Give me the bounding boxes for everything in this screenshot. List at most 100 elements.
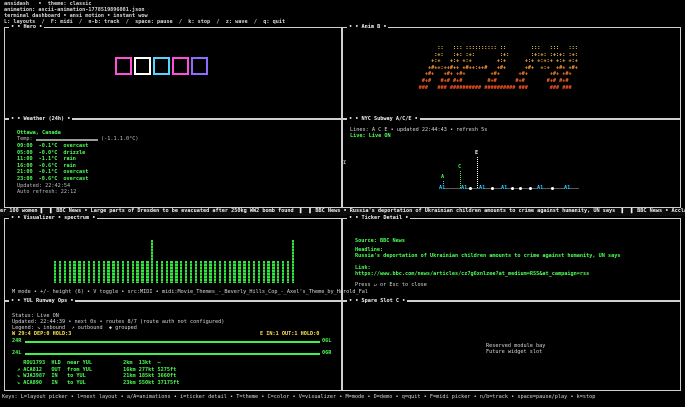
subway-station: A1 <box>501 185 508 192</box>
panel-title: • • Anim B • <box>347 24 389 31</box>
hero-logo-letter: O <box>191 57 208 75</box>
spectrum-bar <box>63 261 67 283</box>
news-ticker[interactable]: er 100 women ▌ ▌ BBC News • Large parts … <box>0 208 685 216</box>
forecast-temp: -0.0°C <box>38 149 58 156</box>
spectrum-bar <box>87 261 91 283</box>
subway-stop-dot <box>551 186 554 190</box>
detail-source: Source: BBC News <box>355 238 405 244</box>
forecast-row: 00:00 -0.1°C overcast <box>17 143 88 150</box>
runway-24r-strip <box>25 340 320 343</box>
weather-auto-refresh: Auto refresh: 22:12 <box>17 189 77 195</box>
subway-stop-dot <box>519 186 522 190</box>
forecast-condition: drizzle <box>63 149 86 156</box>
subway-stop-dot <box>491 186 494 190</box>
anim-b-panel: • • Anim B • :: ::: :::::::::: :: ::: ::… <box>342 24 681 119</box>
runway-06r-label: 06R <box>322 350 332 356</box>
spectrum-bar <box>238 261 241 283</box>
forecast-condition: overcast <box>63 175 89 182</box>
subway-track <box>439 188 579 189</box>
panel-title: • • YUL Runway Ops • <box>9 298 76 305</box>
spectrum-bar <box>155 261 159 283</box>
detail-link[interactable]: https://www.bbc.com/news/articles/cz7g6x… <box>355 271 589 278</box>
subway-stop-dot <box>511 186 514 190</box>
subway-station: A1 <box>461 185 468 192</box>
runway-24l-strip <box>25 352 320 355</box>
forecast-row: 21:00 -0.1°C overcast <box>17 169 88 176</box>
hero-panel: • • Hero • HELLO <box>4 24 342 119</box>
forecast-row: 11:00 -1.1°C rain <box>17 156 88 163</box>
forecast-temp: -0.1°C <box>38 169 58 176</box>
forecast-time: 05:00 <box>17 149 33 156</box>
spectrum-bar <box>291 240 295 283</box>
temp-range: (-1.1.1.0°C) <box>101 136 139 142</box>
ascii-art-row: +:+ +:+ +:+ +:+ +:+ +:+:+ +:+ +:+ <box>403 58 578 65</box>
ascii-art: :: ::: :::::::::: :: ::: ::: ::: :+: :+:… <box>403 45 578 91</box>
cursor-marker: ⌶ <box>343 160 347 166</box>
forecast-time: 23:00 <box>17 175 33 182</box>
spectrum-bar <box>204 261 207 283</box>
forecast-time: 11:00 <box>17 156 33 163</box>
forecast-condition: rain <box>63 156 76 163</box>
forecast-condition: rain <box>63 162 76 169</box>
detail-headline: Russia's deportation of Ukrainian childr… <box>355 253 621 259</box>
ascii-art-row: ### ### ########## ########## ### ### ##… <box>403 84 572 91</box>
spectrum-bar <box>199 261 202 283</box>
spectrum-bar <box>126 261 130 283</box>
subway-stop-dot <box>469 186 472 190</box>
spectrum-bar <box>83 261 86 283</box>
ascii-art-row: :: ::: :::::::::: :: ::: ::: ::: <box>403 45 578 51</box>
runway-06l-label: 06L <box>322 338 332 344</box>
spectrum-bar <box>117 261 120 283</box>
panel-title: • • NYC Subway A/C/E • <box>347 116 420 123</box>
spectrum-bar <box>180 261 183 283</box>
spectrum-bar <box>228 261 231 283</box>
spectrum-bar <box>121 261 125 283</box>
panel-title: • • Ticker Detail • <box>347 215 411 222</box>
temp-range-bar <box>36 138 98 141</box>
ticker-detail-panel[interactable]: • • Ticker Detail • Source: BBC News Hea… <box>342 215 681 301</box>
spare-panel: • • Spare Slot C • Reserved module bay F… <box>342 298 681 391</box>
spectrum-bar <box>151 240 154 283</box>
flight-row: ↘ WJA3987 IN to YUL 21km 185kt 3660ft <box>17 373 177 380</box>
spectrum-bar <box>92 261 96 283</box>
subway-line-marker: E <box>475 150 479 156</box>
ascii-art-row: #+# #+# #+# #+# #+# #+# #+# <box>403 77 569 84</box>
flight-row: ROU1793 HLD near YUL 2km 13kt ― <box>17 360 161 366</box>
hero-logo-letter: L <box>172 57 189 75</box>
spectrum-bar <box>209 261 212 283</box>
spectrum-bar <box>107 261 110 283</box>
spectrum-bar <box>102 261 105 283</box>
hero-logo-letter: E <box>134 57 151 75</box>
hero-logo-letter: H <box>115 57 132 75</box>
spectrum-bar <box>112 261 115 283</box>
spectrum-bar <box>281 261 285 283</box>
spectrum-bar <box>160 261 164 283</box>
forecast-time: 21:00 <box>17 169 33 176</box>
hero-logo-letter: L <box>153 57 170 75</box>
subway-map: E C A A1 A1 A1 A1 A1 A1 <box>439 150 579 194</box>
detail-close-hint: Press ↵ or Esc to close <box>355 282 427 288</box>
spectrum-bar <box>97 261 101 283</box>
subway-spoke <box>476 157 479 188</box>
runway-panel: • • YUL Runway Ops • Status: Live ON Upd… <box>4 298 342 391</box>
forecast-list: 00:00 -0.1°C overcast 05:00 -0.0°C drizzle 11:… <box>17 143 88 183</box>
flight-row: ↘ ACA890 IN to YUL 23km 550kt 37175ft <box>17 379 180 386</box>
runway-24r-label: 24R <box>12 338 22 344</box>
spectrum-bars <box>54 233 296 283</box>
shortcut-hints: L: layouts / F: midi / n-b: track / spac… <box>4 19 286 25</box>
subway-line-marker: A <box>441 174 445 180</box>
runway-24l-label: 24L <box>12 350 22 356</box>
spectrum-bar <box>233 261 236 283</box>
spectrum-bar <box>189 261 193 283</box>
spectrum-bar <box>141 261 144 283</box>
spectrum-bar <box>175 261 178 283</box>
forecast-row: 16:00 -0.6°C rain <box>17 163 88 170</box>
forecast-temp: -0.6°C <box>38 175 58 182</box>
runway-east-summary: E IN:1 OUT:1 HOLD:0 <box>260 331 320 337</box>
ascii-art-row: +#++:++#++ +#++:++# +#+ +#+ +:+ +#+ +#+ <box>403 64 578 71</box>
spectrum-bar <box>165 261 168 283</box>
spectrum-bar <box>252 261 256 283</box>
spectrum-bar <box>218 261 222 283</box>
panel-title: • • Visualizer • spectrum • <box>9 215 98 222</box>
spectrum-bar <box>146 261 149 283</box>
